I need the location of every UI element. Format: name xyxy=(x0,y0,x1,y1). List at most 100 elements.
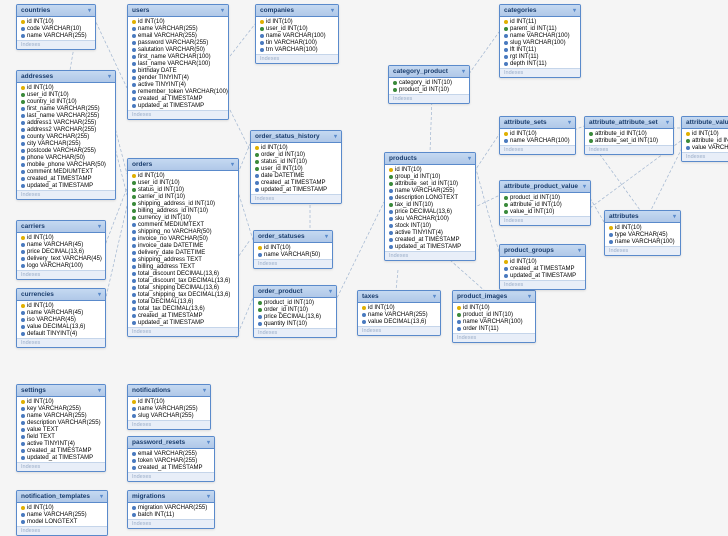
column[interactable]: name VARCHAR(255) xyxy=(128,405,210,412)
table-footer[interactable]: Indexes xyxy=(453,333,535,342)
table-footer[interactable]: Indexes xyxy=(128,327,238,336)
column[interactable]: description LONGTEXT xyxy=(385,194,475,201)
table-notification_templates[interactable]: notification_templates▾id INT(10)name VA… xyxy=(16,490,108,536)
column[interactable]: value TEXT xyxy=(17,426,105,433)
column[interactable]: country_id INT(10) xyxy=(17,98,115,105)
table-header[interactable]: notifications▾ xyxy=(128,385,210,397)
table-footer[interactable]: Indexes xyxy=(385,251,475,260)
column[interactable]: name VARCHAR(100) xyxy=(500,137,575,144)
column[interactable]: group_id INT(10) xyxy=(385,173,475,180)
column[interactable]: active TINYINT(4) xyxy=(17,440,105,447)
table-category_product[interactable]: category_product▾category_id INT(10)prod… xyxy=(388,65,470,104)
column[interactable]: id INT(10) xyxy=(17,18,95,25)
column[interactable]: user_id INT(10) xyxy=(251,165,341,172)
column[interactable]: stock INT(10) xyxy=(385,222,475,229)
column[interactable]: mobile_phone VARCHAR(50) xyxy=(17,161,115,168)
table-header[interactable]: taxes▾ xyxy=(358,291,440,303)
column[interactable]: name VARCHAR(45) xyxy=(17,309,105,316)
column[interactable]: created_at TIMESTAMP xyxy=(17,175,115,182)
table-carriers[interactable]: carriers▾id INT(10)name VARCHAR(45)price… xyxy=(16,220,106,280)
table-product_groups[interactable]: product_groups▾id INT(10)created_at TIME… xyxy=(499,244,586,290)
column[interactable]: id INT(10) xyxy=(17,504,107,511)
column[interactable]: id INT(11) xyxy=(500,18,580,25)
column[interactable]: product_id INT(10) xyxy=(500,194,590,201)
column[interactable]: value VARCHAR(100) xyxy=(682,144,728,151)
column[interactable]: name VARCHAR(100) xyxy=(605,238,680,245)
column[interactable]: depth INT(11) xyxy=(500,60,580,67)
collapse-icon[interactable]: ▾ xyxy=(433,293,436,300)
table-footer[interactable]: Indexes xyxy=(254,328,336,337)
column[interactable]: total_discount_tax DECIMAL(13,6) xyxy=(128,277,238,284)
table-header[interactable]: attribute_attribute_set▾ xyxy=(585,117,673,129)
table-header[interactable]: attributes▾ xyxy=(605,211,680,223)
column[interactable]: attribute_id INT(10) xyxy=(585,130,673,137)
collapse-icon[interactable]: ▾ xyxy=(207,493,210,500)
column[interactable]: rgt INT(11) xyxy=(500,53,580,60)
table-footer[interactable]: Indexes xyxy=(605,246,680,255)
table-header[interactable]: product_images▾ xyxy=(453,291,535,303)
column[interactable]: total_tax DECIMAL(13,6) xyxy=(128,305,238,312)
table-footer[interactable]: Indexes xyxy=(251,194,341,203)
column[interactable]: sku VARCHAR(100) xyxy=(385,215,475,222)
column[interactable]: name VARCHAR(255) xyxy=(385,187,475,194)
column[interactable]: updated_at TIMESTAMP xyxy=(500,272,585,279)
column[interactable]: price DECIMAL(13,6) xyxy=(17,248,105,255)
column[interactable]: created_at TIMESTAMP xyxy=(385,236,475,243)
table-header[interactable]: companies▾ xyxy=(256,5,338,17)
column[interactable]: created_at TIMESTAMP xyxy=(500,265,585,272)
column[interactable]: updated_at TIMESTAMP xyxy=(128,102,228,109)
column[interactable]: attribute_set_id INT(10) xyxy=(385,180,475,187)
table-orders[interactable]: orders▾id INT(10)user_id INT(10)status_i… xyxy=(127,158,239,337)
column[interactable]: billing_address_id INT(10) xyxy=(128,207,238,214)
column[interactable]: comment MEDIUMTEXT xyxy=(17,168,115,175)
table-footer[interactable]: Indexes xyxy=(500,280,585,289)
table-order_status_history[interactable]: order_status_history▾id INT(10)order_id … xyxy=(250,130,342,204)
table-order_product[interactable]: order_product▾product_id INT(10)order_id… xyxy=(253,285,337,338)
collapse-icon[interactable]: ▾ xyxy=(666,119,669,126)
column[interactable]: order_id INT(10) xyxy=(251,151,341,158)
column[interactable]: slug VARCHAR(255) xyxy=(128,412,210,419)
column[interactable]: model LONGTEXT xyxy=(17,518,107,525)
column[interactable]: token VARCHAR(255) xyxy=(128,457,214,464)
table-footer[interactable]: Indexes xyxy=(500,145,575,154)
table-settings[interactable]: settings▾id INT(10)key VARCHAR(255)name … xyxy=(16,384,106,472)
column[interactable]: phone VARCHAR(50) xyxy=(17,154,115,161)
table-currencies[interactable]: currencies▾id INT(10)name VARCHAR(45)iso… xyxy=(16,288,106,348)
column[interactable]: tin VARCHAR(100) xyxy=(256,39,338,46)
table-password_resets[interactable]: password_resets▾email VARCHAR(255)token … xyxy=(127,436,215,482)
table-header[interactable]: order_product▾ xyxy=(254,286,336,298)
column[interactable]: attribute_id INT(10) xyxy=(682,137,728,144)
table-categories[interactable]: categories▾id INT(11)parent_id INT(11)na… xyxy=(499,4,581,78)
column[interactable]: salutation VARCHAR(50) xyxy=(128,46,228,53)
column[interactable]: name VARCHAR(100) xyxy=(500,32,580,39)
column[interactable]: updated_at TIMESTAMP xyxy=(251,186,341,193)
column[interactable]: id INT(10) xyxy=(17,302,105,309)
column[interactable]: attribute_id INT(10) xyxy=(500,201,590,208)
table-addresses[interactable]: addresses▾id INT(10)user_id INT(10)count… xyxy=(16,70,116,200)
column[interactable]: created_at TIMESTAMP xyxy=(17,447,105,454)
table-attribute_attribute_set[interactable]: attribute_attribute_set▾attribute_id INT… xyxy=(584,116,674,155)
table-footer[interactable]: Indexes xyxy=(17,40,95,49)
table-product_images[interactable]: product_images▾id INT(10)product_id INT(… xyxy=(452,290,536,343)
column[interactable]: total DECIMAL(13,6) xyxy=(128,298,238,305)
table-attribute_values[interactable]: attribute_values▾id INT(10)attribute_id … xyxy=(681,116,728,162)
table-header[interactable]: migrations▾ xyxy=(128,491,214,503)
table-header[interactable]: users▾ xyxy=(128,5,228,17)
table-header[interactable]: products▾ xyxy=(385,153,475,165)
table-companies[interactable]: companies▾id INT(10)user_id INT(10)name … xyxy=(255,4,339,64)
column[interactable]: email VARCHAR(255) xyxy=(128,32,228,39)
column[interactable]: delivery_text VARCHAR(45) xyxy=(17,255,105,262)
column[interactable]: price DECIMAL(13,6) xyxy=(254,313,336,320)
column[interactable]: product_id INT(10) xyxy=(254,299,336,306)
column[interactable]: id INT(10) xyxy=(17,84,115,91)
column[interactable]: id INT(10) xyxy=(358,304,440,311)
column[interactable]: price DECIMAL(13,6) xyxy=(385,208,475,215)
table-products[interactable]: products▾id INT(10)group_id INT(10)attri… xyxy=(384,152,476,261)
table-header[interactable]: attribute_sets▾ xyxy=(500,117,575,129)
column[interactable]: updated_at TIMESTAMP xyxy=(17,182,115,189)
table-taxes[interactable]: taxes▾id INT(10)name VARCHAR(255)value D… xyxy=(357,290,441,336)
column[interactable]: code VARCHAR(10) xyxy=(17,25,95,32)
column[interactable]: created_at TIMESTAMP xyxy=(128,312,238,319)
column[interactable]: value DECIMAL(13,6) xyxy=(17,323,105,330)
column[interactable]: shipping_address_id INT(10) xyxy=(128,200,238,207)
